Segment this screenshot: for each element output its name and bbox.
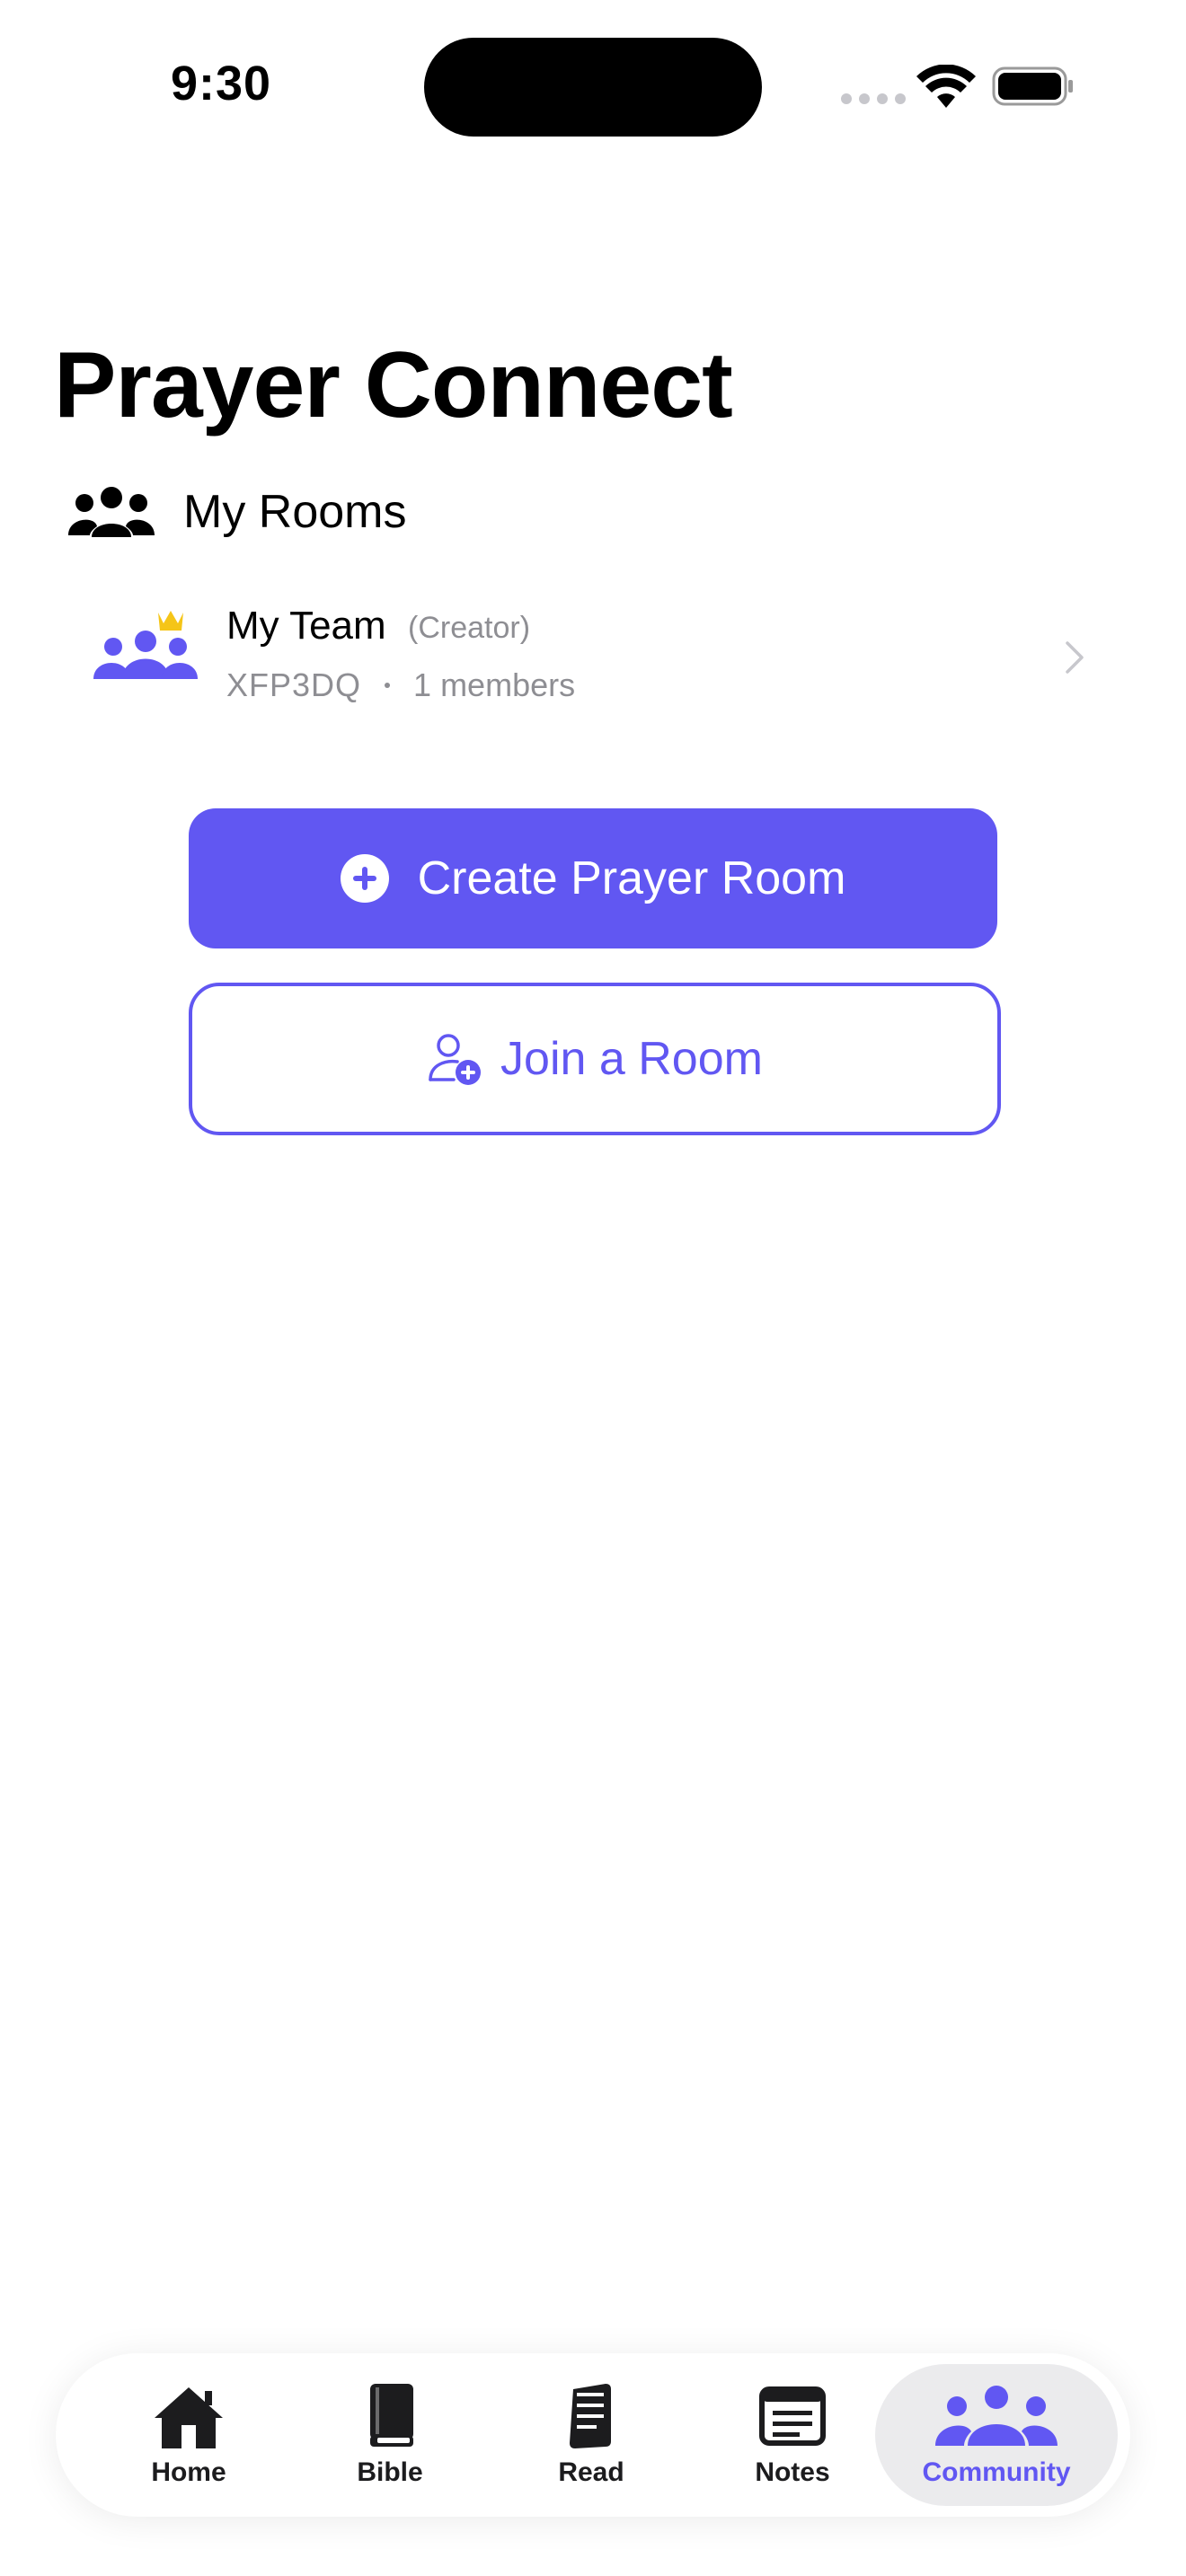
notes-icon xyxy=(759,2386,826,2446)
section-label: My Rooms xyxy=(183,486,407,538)
join-button-label: Join a Room xyxy=(500,1033,763,1085)
room-name: My Team xyxy=(226,604,386,648)
create-button-label: Create Prayer Room xyxy=(417,852,846,904)
tab-read[interactable]: Read xyxy=(491,2364,692,2506)
tab-bible[interactable]: Bible xyxy=(289,2364,491,2506)
room-group-icon xyxy=(93,611,198,679)
tab-notes[interactable]: Notes xyxy=(692,2364,893,2506)
book-icon xyxy=(370,2384,413,2447)
separator-dot xyxy=(385,683,391,688)
tab-label: Read xyxy=(558,2457,624,2487)
room-code: XFP3DQ xyxy=(226,666,362,703)
tab-community[interactable]: Community xyxy=(875,2364,1118,2506)
room-members: 1 members xyxy=(413,666,576,703)
create-prayer-room-button[interactable]: Create Prayer Room xyxy=(189,808,997,948)
chevron-right-icon xyxy=(1066,641,1084,674)
plus-circle-icon xyxy=(340,854,389,903)
add-person-icon xyxy=(429,1034,482,1085)
tab-label: Bible xyxy=(357,2457,423,2487)
page-title: Prayer Connect xyxy=(54,333,733,437)
status-time: 9:30 xyxy=(171,57,272,110)
cellular-signal-icon xyxy=(841,93,906,104)
home-icon xyxy=(155,2387,223,2448)
read-icon xyxy=(570,2384,611,2448)
tab-label: Community xyxy=(922,2457,1071,2487)
battery-icon xyxy=(992,66,1073,106)
room-meta: XFP3DQ 1 members xyxy=(226,666,575,704)
tab-label: Notes xyxy=(755,2457,830,2487)
wifi-icon xyxy=(916,65,976,108)
my-rooms-header: My Rooms xyxy=(68,485,406,539)
people-icon xyxy=(68,487,155,537)
dynamic-island xyxy=(424,38,762,137)
join-room-button[interactable]: Join a Room xyxy=(189,983,1001,1135)
room-role: (Creator) xyxy=(408,611,531,645)
tab-label: Home xyxy=(151,2457,226,2487)
community-icon xyxy=(935,2386,1058,2446)
tab-home[interactable]: Home xyxy=(88,2364,289,2506)
